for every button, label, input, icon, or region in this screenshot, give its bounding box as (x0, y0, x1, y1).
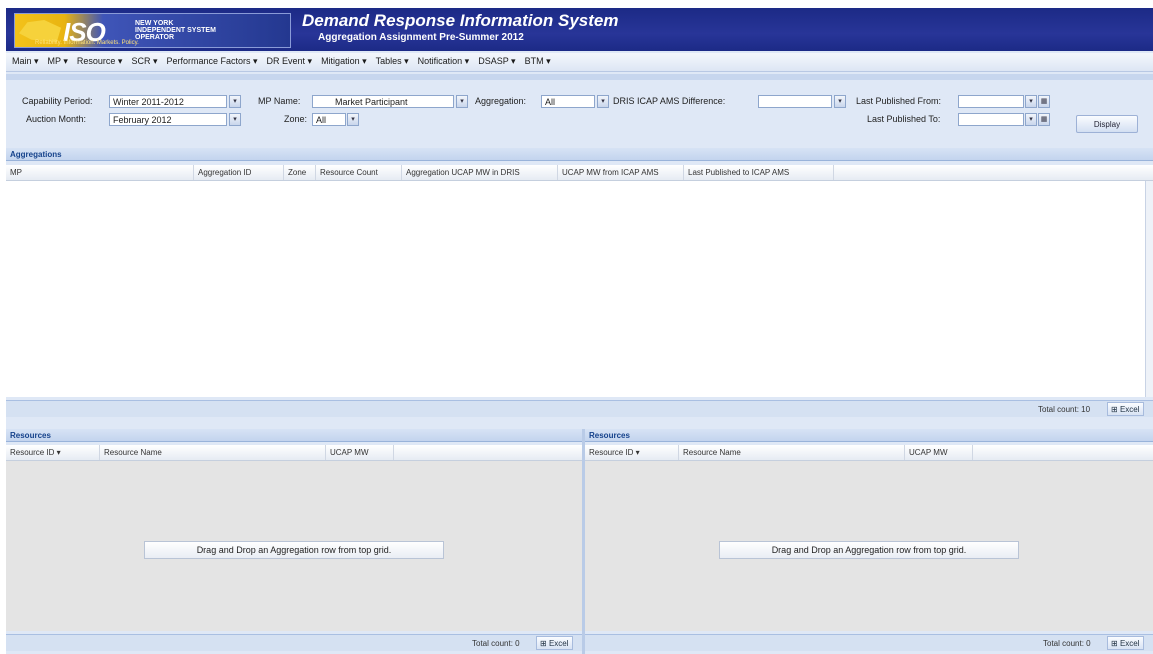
col-ucap-mw[interactable]: UCAP MW (905, 445, 973, 460)
last-published-from-calendar-icon[interactable]: ▦ (1038, 95, 1050, 108)
main-menu: Main ▾ MP ▾ Resource ▾ SCR ▾ Performance Fac… (6, 53, 1153, 72)
excel-label: Excel (548, 639, 569, 648)
aggregations-grid-header: MP Aggregation ID Zone Resource Count Ag… (6, 165, 1153, 181)
zone-dropdown-icon[interactable]: ▾ (347, 113, 359, 126)
aggregations-footer: Total count: 10 ⊞ Excel (6, 400, 1153, 417)
menu-btm[interactable]: BTM ▾ (519, 53, 554, 67)
resources-left-drop-message: Drag and Drop an Aggregation row from to… (144, 541, 444, 559)
last-published-to-calendar-icon[interactable]: ▦ (1038, 113, 1050, 126)
aggregation-dropdown-icon[interactable]: ▾ (597, 95, 609, 108)
logo-tagline: NEW YORK INDEPENDENT SYSTEM OPERATOR (135, 20, 216, 41)
app-header: ISO NEW YORK INDEPENDENT SYSTEM OPERATOR… (6, 8, 1153, 51)
ny-state-shape-icon (19, 20, 61, 42)
col-aggregation-id[interactable]: Aggregation ID (194, 165, 284, 180)
zone-label: Zone: (284, 114, 308, 124)
resources-right-panel-title: Resources (585, 429, 1153, 442)
app-window: ISO NEW YORK INDEPENDENT SYSTEM OPERATOR… (6, 8, 1153, 654)
last-published-from-input[interactable] (958, 95, 1024, 108)
resources-right-footer: Total count: 0 ⊞ Excel (585, 634, 1153, 651)
col-zone[interactable]: Zone (284, 165, 316, 180)
aggregations-total-count: Total count: 10 (1038, 405, 1091, 414)
resources-left-excel-button[interactable]: ⊞ Excel (536, 636, 573, 650)
last-published-from-dropdown-icon[interactable]: ▾ (1025, 95, 1037, 108)
col-resource-name[interactable]: Resource Name (679, 445, 905, 460)
aggregation-label: Aggregation: (475, 96, 527, 106)
last-published-to-input[interactable] (958, 113, 1024, 126)
col-aggregation-ucap-mw-in-dris[interactable]: Aggregation UCAP MW in DRIS (402, 165, 558, 180)
resources-left-panel-title: Resources (6, 429, 582, 442)
logo-subtag: Reliability. Information. Markets. Polic… (35, 40, 139, 46)
menu-main[interactable]: Main ▾ (6, 53, 42, 67)
excel-icon: ⊞ (540, 639, 547, 648)
resources-right-total-count: Total count: 0 (1043, 639, 1091, 648)
capability-period-dropdown-icon[interactable]: ▾ (229, 95, 241, 108)
menu-dsasp[interactable]: DSASP ▾ (472, 53, 518, 67)
col-resource-count[interactable]: Resource Count (316, 165, 402, 180)
last-published-from-label: Last Published From: (856, 96, 942, 106)
excel-label: Excel (1119, 405, 1140, 414)
display-button[interactable]: Display (1076, 115, 1138, 133)
dris-icap-ams-difference-label: DRIS ICAP AMS Difference: (613, 96, 726, 106)
col-ucap-mw-from-icap-ams[interactable]: UCAP MW from ICAP AMS (558, 165, 684, 180)
menu-dr-event[interactable]: DR Event ▾ (261, 53, 316, 67)
col-last-published-to-icap-ams[interactable]: Last Published to ICAP AMS (684, 165, 834, 180)
auction-month-label: Auction Month: (26, 114, 87, 124)
resources-right-excel-button[interactable]: ⊞ Excel (1107, 636, 1144, 650)
auction-month-dropdown-icon[interactable]: ▾ (229, 113, 241, 126)
last-published-to-dropdown-icon[interactable]: ▾ (1025, 113, 1037, 126)
auction-month-select[interactable]: February 2012 (109, 113, 227, 126)
aggregations-grid-body[interactable] (6, 181, 1145, 397)
resources-right-grid-header: Resource ID ▾ Resource Name UCAP MW (585, 445, 1153, 461)
nyiso-logo: ISO NEW YORK INDEPENDENT SYSTEM OPERATOR… (14, 13, 291, 48)
menu-mp[interactable]: MP ▾ (42, 53, 71, 67)
excel-label: Excel (1119, 639, 1140, 648)
resources-right-drop-message: Drag and Drop an Aggregation row from to… (719, 541, 1019, 559)
menu-tables[interactable]: Tables ▾ (370, 53, 412, 67)
menu-mitigation[interactable]: Mitigation ▾ (315, 53, 370, 67)
aggregations-panel-title: Aggregations (6, 148, 1153, 161)
resources-right-drop-zone[interactable]: Drag and Drop an Aggregation row from to… (585, 461, 1153, 631)
menu-resource[interactable]: Resource ▾ (71, 53, 126, 67)
col-resource-name[interactable]: Resource Name (100, 445, 326, 460)
menu-scr[interactable]: SCR ▾ (125, 53, 160, 67)
resources-left-total-count: Total count: 0 (472, 639, 520, 648)
col-mp[interactable]: MP (6, 165, 194, 180)
mp-name-dropdown-icon[interactable]: ▾ (456, 95, 468, 108)
excel-icon: ⊞ (1111, 639, 1118, 648)
mp-name-select[interactable]: Market Participant (312, 95, 454, 108)
capability-period-select[interactable]: Winter 2011-2012 (109, 95, 227, 108)
dris-icap-ams-difference-dropdown-icon[interactable]: ▾ (834, 95, 846, 108)
menu-performance-factors[interactable]: Performance Factors ▾ (160, 53, 260, 67)
menu-notification[interactable]: Notification ▾ (412, 53, 473, 67)
col-resource-id[interactable]: Resource ID ▾ (585, 445, 679, 460)
resources-left-drop-zone[interactable]: Drag and Drop an Aggregation row from to… (6, 461, 582, 631)
app-title: Demand Response Information System (302, 11, 619, 30)
resources-left-footer: Total count: 0 ⊞ Excel (6, 634, 582, 651)
zone-select[interactable]: All (312, 113, 346, 126)
last-published-to-label: Last Published To: (867, 114, 941, 124)
excel-icon: ⊞ (1111, 405, 1118, 414)
aggregations-excel-button[interactable]: ⊞ Excel (1107, 402, 1144, 416)
aggregations-scrollbar[interactable] (1145, 181, 1153, 397)
page-subtitle: Aggregation Assignment Pre-Summer 2012 (318, 32, 524, 43)
col-ucap-mw[interactable]: UCAP MW (326, 445, 394, 460)
filter-panel: Capability Period: Winter 2011-2012 ▾ MP… (6, 84, 1153, 151)
resources-left-grid-header: Resource ID ▾ Resource Name UCAP MW (6, 445, 582, 461)
col-resource-id[interactable]: Resource ID ▾ (6, 445, 100, 460)
capability-period-label: Capability Period: (22, 96, 93, 106)
menu-divider (6, 74, 1153, 80)
aggregation-select[interactable]: All (541, 95, 595, 108)
mp-name-label: MP Name: (258, 96, 301, 106)
dris-icap-ams-difference-select[interactable] (758, 95, 832, 108)
